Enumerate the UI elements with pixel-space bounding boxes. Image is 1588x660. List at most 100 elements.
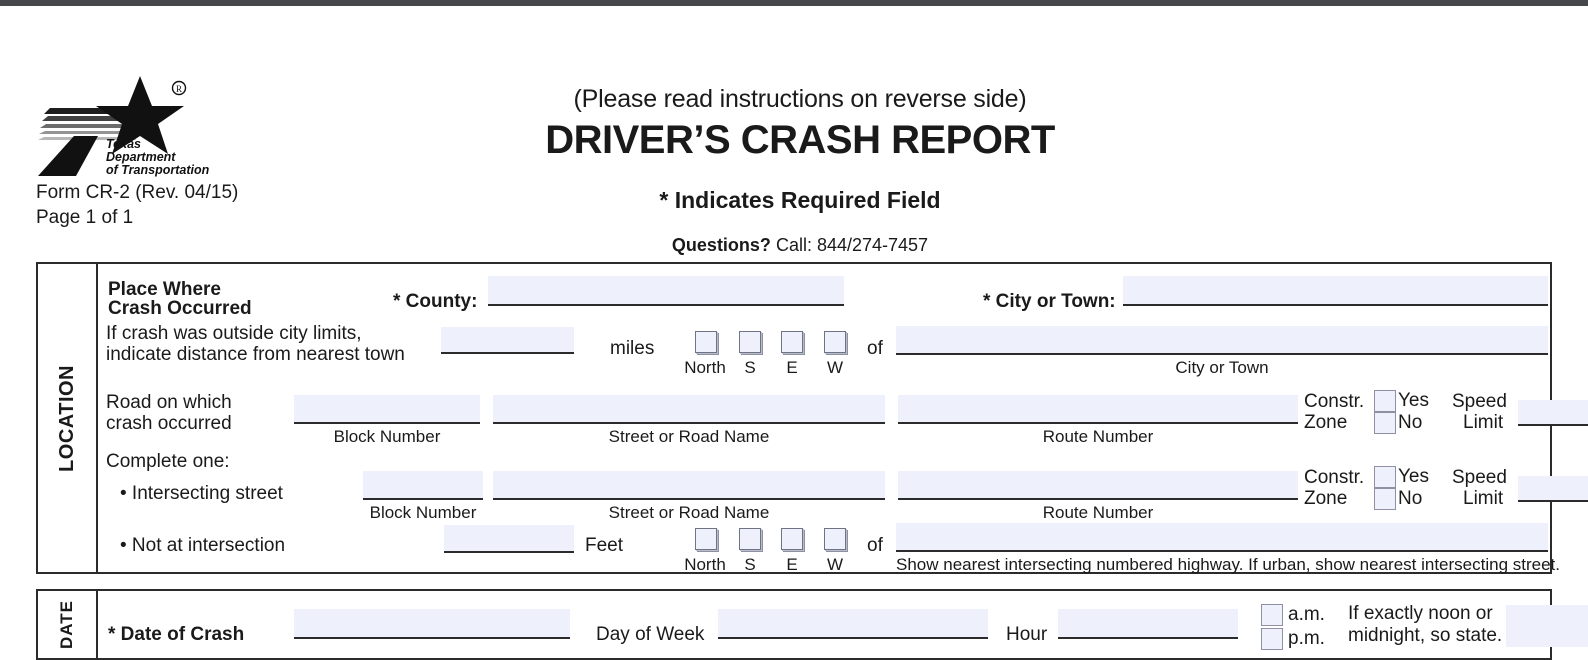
noon-note-input[interactable] bbox=[1506, 605, 1588, 647]
road-speed-limit-input[interactable] bbox=[1518, 400, 1588, 426]
int-constr-zone-line2: Zone bbox=[1304, 488, 1348, 509]
nearest-town-caption: City or Town bbox=[1175, 358, 1269, 377]
int-constr-zone-no-checkbox[interactable] bbox=[1374, 488, 1396, 510]
county-label: * County: bbox=[393, 291, 478, 312]
pm-label: p.m. bbox=[1288, 628, 1325, 649]
required-field-note: * Indicates Required Field bbox=[659, 187, 941, 213]
int-constr-zone-no-label: No bbox=[1398, 488, 1423, 509]
int-speed-line2: Limit bbox=[1463, 488, 1504, 509]
not-at-int-direction-east-checkbox[interactable] bbox=[781, 528, 803, 550]
date-of-crash-label: * Date of Crash bbox=[108, 624, 245, 645]
road-line1: Road on which bbox=[106, 392, 232, 413]
intersecting-street-name-input[interactable] bbox=[493, 471, 885, 500]
feet-label: Feet bbox=[585, 535, 624, 556]
road-route-number-caption: Route Number bbox=[1042, 427, 1154, 446]
location-section-label: LOCATION bbox=[38, 264, 98, 572]
int-constr-zone-yes-checkbox[interactable] bbox=[1374, 466, 1396, 488]
direction-north-checkbox[interactable] bbox=[695, 331, 717, 353]
noon-note-line1: If exactly noon or bbox=[1348, 603, 1493, 624]
page-title: DRIVER’S CRASH REPORT bbox=[545, 118, 1055, 162]
road-street-name-input[interactable] bbox=[493, 395, 885, 424]
direction-east-checkbox[interactable] bbox=[781, 331, 803, 353]
road-line2: crash occurred bbox=[106, 413, 232, 434]
of-label-distance: of bbox=[867, 338, 883, 359]
not-at-int-direction-west-label: W bbox=[826, 555, 844, 574]
int-speed-limit-input[interactable] bbox=[1518, 476, 1588, 502]
road-route-number-input[interactable] bbox=[898, 395, 1298, 424]
int-constr-zone-yes-label: Yes bbox=[1398, 466, 1429, 487]
direction-south-checkbox[interactable] bbox=[739, 331, 761, 353]
form-id-label: Form CR-2 (Rev. 04/15) bbox=[36, 182, 239, 203]
location-body: Place Where Crash Occurred * County: * C… bbox=[98, 264, 1588, 574]
direction-west-checkbox[interactable] bbox=[824, 331, 846, 353]
road-block-number-input[interactable] bbox=[294, 395, 480, 424]
feet-input[interactable] bbox=[444, 525, 574, 553]
nearest-highway-input[interactable] bbox=[896, 523, 1548, 552]
day-of-week-input[interactable] bbox=[718, 609, 988, 639]
not-at-int-direction-north-checkbox[interactable] bbox=[695, 528, 717, 550]
instructions-note: (Please read instructions on reverse sid… bbox=[573, 85, 1027, 113]
questions-line: Questions? Call: 844/274-7457 bbox=[320, 234, 1280, 256]
date-section-label: DATE bbox=[38, 591, 98, 658]
constr-zone-line1: Constr. bbox=[1304, 391, 1365, 412]
noon-note-line2: midnight, so state. bbox=[1348, 625, 1503, 646]
intersecting-route-number-caption: Route Number bbox=[1042, 503, 1154, 522]
not-at-int-of-label: of bbox=[867, 535, 883, 556]
hour-label: Hour bbox=[1006, 624, 1048, 645]
location-section: LOCATION Place Where Crash Occurred * Co… bbox=[36, 262, 1588, 574]
svg-text:R: R bbox=[176, 84, 182, 94]
page-number-label: Page 1 of 1 bbox=[36, 207, 134, 228]
intersecting-street-name-caption: Street or Road Name bbox=[608, 503, 770, 522]
county-input[interactable] bbox=[488, 276, 844, 306]
road-speed-line2: Limit bbox=[1463, 412, 1504, 433]
date-section: DATE * Date of Crash Day of Week Hour a.… bbox=[36, 589, 1588, 660]
place-heading-line2: Crash Occurred bbox=[108, 298, 252, 319]
location-section-label-text: LOCATION bbox=[55, 364, 78, 472]
outside-limits-line2: indicate distance from nearest town bbox=[106, 344, 405, 365]
intersecting-street-label: • Intersecting street bbox=[120, 483, 283, 504]
txdot-logo-block: R Texas Department of Transportation For… bbox=[36, 74, 296, 229]
hour-input[interactable] bbox=[1058, 609, 1238, 639]
svg-text:Texas: Texas bbox=[106, 137, 141, 151]
crash-report-page: R Texas Department of Transportation For… bbox=[0, 6, 1588, 660]
day-of-week-label: Day of Week bbox=[596, 624, 705, 645]
questions-label: Questions? bbox=[671, 235, 771, 255]
pm-checkbox[interactable] bbox=[1261, 628, 1283, 650]
road-block-number-caption: Block Number bbox=[333, 427, 441, 446]
date-of-crash-input[interactable] bbox=[294, 609, 570, 639]
date-body: * Date of Crash Day of Week Hour a.m. p.… bbox=[98, 591, 1588, 658]
distance-miles-input[interactable] bbox=[441, 327, 574, 354]
am-label: a.m. bbox=[1288, 604, 1325, 625]
nearest-town-input[interactable] bbox=[896, 326, 1548, 355]
svg-text:of Transportation: of Transportation bbox=[106, 163, 210, 177]
intersecting-block-number-input[interactable] bbox=[363, 471, 483, 500]
not-at-int-direction-south-checkbox[interactable] bbox=[739, 528, 761, 550]
constr-zone-line2: Zone bbox=[1304, 412, 1348, 433]
form-header: R Texas Department of Transportation For… bbox=[0, 6, 1588, 256]
road-street-name-caption: Street or Road Name bbox=[608, 427, 770, 446]
date-section-label-text: DATE bbox=[57, 599, 76, 649]
road-constr-zone-yes-label: Yes bbox=[1398, 390, 1429, 411]
title-block: (Please read instructions on reverse sid… bbox=[320, 84, 1280, 256]
road-constr-zone-no-checkbox[interactable] bbox=[1374, 412, 1396, 434]
road-speed-line1: Speed bbox=[1452, 391, 1507, 412]
not-at-int-direction-west-checkbox[interactable] bbox=[824, 528, 846, 550]
intersecting-block-number-caption: Block Number bbox=[369, 503, 477, 522]
complete-one-label: Complete one: bbox=[106, 451, 230, 472]
int-speed-line1: Speed bbox=[1452, 467, 1507, 488]
am-checkbox[interactable] bbox=[1261, 604, 1283, 626]
txdot-logo-icon: R Texas Department of Transportation bbox=[36, 74, 236, 179]
svg-text:Department: Department bbox=[106, 150, 176, 164]
miles-label: miles bbox=[610, 338, 655, 359]
city-or-town-label: * City or Town: bbox=[983, 291, 1116, 312]
city-or-town-input[interactable] bbox=[1123, 276, 1548, 306]
questions-phone: Call: 844/274-7457 bbox=[770, 235, 929, 255]
nearest-highway-caption: Show nearest intersecting numbered highw… bbox=[896, 555, 1560, 574]
outside-limits-line1: If crash was outside city limits, bbox=[106, 323, 362, 344]
direction-west-label: W bbox=[826, 358, 844, 377]
road-constr-zone-no-label: No bbox=[1398, 412, 1423, 433]
not-at-intersection-label: • Not at intersection bbox=[120, 535, 286, 556]
intersecting-route-number-input[interactable] bbox=[898, 471, 1298, 500]
road-constr-zone-yes-checkbox[interactable] bbox=[1374, 390, 1396, 412]
int-constr-zone-line1: Constr. bbox=[1304, 467, 1365, 488]
